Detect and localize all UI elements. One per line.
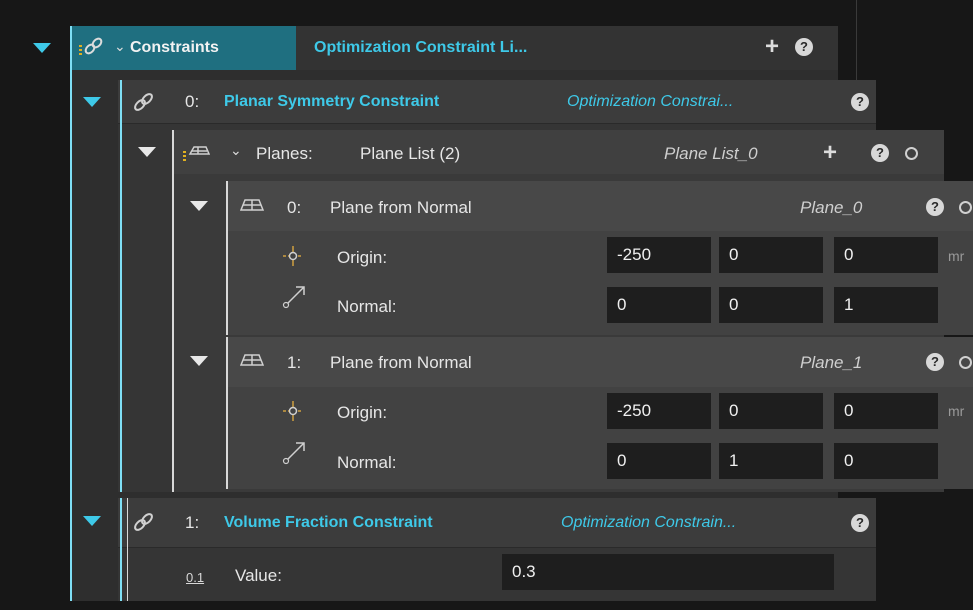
constraint-list-icon bbox=[79, 37, 103, 55]
chevron-down-icon[interactable]: ⌄ bbox=[230, 140, 242, 160]
constraints-type: Optimization Constraint Li... bbox=[314, 39, 528, 56]
plane-1-normal-x[interactable]: 0 bbox=[607, 443, 711, 479]
plane-1-id: Plane_1 bbox=[800, 353, 863, 372]
plane-0-normal-y[interactable]: 0 bbox=[719, 287, 823, 323]
plane-1-origin-y[interactable]: 0 bbox=[719, 393, 823, 429]
value-label: Value: bbox=[235, 566, 282, 585]
collapse-planes-icon[interactable] bbox=[138, 147, 156, 157]
plane-list-icon bbox=[183, 146, 210, 161]
planes-guide-line bbox=[172, 130, 174, 492]
add-plane-icon[interactable]: + bbox=[823, 141, 837, 165]
collapse-item-1-icon[interactable] bbox=[83, 516, 101, 526]
collapse-constraints-icon[interactable] bbox=[33, 43, 51, 53]
plane-0-origin-y[interactable]: 0 bbox=[719, 237, 823, 273]
circle-icon[interactable] bbox=[959, 201, 972, 214]
origin-icon bbox=[283, 246, 303, 266]
plane-1-index: 1: bbox=[287, 353, 302, 372]
add-constraint-icon[interactable]: + bbox=[765, 35, 779, 59]
item-0-type: Optimization Constrai... bbox=[567, 93, 734, 110]
link-icon bbox=[134, 513, 153, 531]
plane-1-normal-y[interactable]: 1 bbox=[719, 443, 823, 479]
constraints-label[interactable]: Constraints bbox=[130, 38, 219, 58]
collapse-plane-0-icon[interactable] bbox=[190, 201, 208, 211]
plane-1-origin-x[interactable]: -250 bbox=[607, 393, 711, 429]
link-icon bbox=[134, 93, 153, 111]
item-1-index: 1: bbox=[185, 513, 200, 532]
collapse-item-0-icon[interactable] bbox=[83, 97, 101, 107]
plane-0-id: Plane_0 bbox=[800, 198, 863, 217]
help-icon[interactable]: ? bbox=[926, 198, 944, 216]
plane-0-origin-label: Origin: bbox=[337, 248, 388, 267]
help-icon[interactable]: ? bbox=[871, 144, 889, 162]
chevron-down-icon[interactable]: ⌄ bbox=[114, 36, 126, 56]
item-0-name[interactable]: Planar Symmetry Constraint bbox=[224, 92, 439, 112]
planes-label: Planes: bbox=[256, 144, 313, 163]
plane-1-guide-line bbox=[226, 337, 228, 489]
planes-id: Plane List_0 bbox=[664, 144, 758, 163]
plane-icon bbox=[240, 354, 264, 366]
plane-0-origin-unit: mr bbox=[948, 248, 965, 264]
planes-type: Plane List (2) bbox=[360, 144, 461, 163]
tree-guide-line bbox=[70, 26, 72, 601]
plane-1-origin-label: Origin: bbox=[337, 403, 388, 422]
help-icon[interactable]: ? bbox=[851, 514, 869, 532]
plane-0-origin-x[interactable]: -250 bbox=[607, 237, 711, 273]
circle-icon[interactable] bbox=[959, 356, 972, 369]
plane-1-origin-unit: mr bbox=[948, 403, 965, 419]
normal-arrow-icon bbox=[282, 442, 305, 465]
plane-0-origin-z[interactable]: 0 bbox=[834, 237, 938, 273]
plane-0-name: Plane from Normal bbox=[330, 198, 472, 217]
decimal-value-icon: 0.1 bbox=[186, 570, 205, 585]
plane-1-name: Plane from Normal bbox=[330, 353, 472, 372]
item-0-guide-line bbox=[120, 80, 122, 492]
item-1-guide-line bbox=[120, 498, 122, 601]
item-1-name[interactable]: Volume Fraction Constraint bbox=[224, 513, 433, 533]
normal-arrow-icon bbox=[282, 286, 305, 309]
plane-1-normal-z[interactable]: 0 bbox=[834, 443, 938, 479]
plane-1-normal-label: Normal: bbox=[337, 453, 397, 472]
help-icon[interactable]: ? bbox=[851, 93, 869, 111]
plane-0-normal-x[interactable]: 0 bbox=[607, 287, 711, 323]
item-1-inner-guide-line bbox=[127, 498, 128, 601]
help-icon[interactable]: ? bbox=[926, 353, 944, 371]
item-0-index: 0: bbox=[185, 92, 200, 111]
item-1-type: Optimization Constrain... bbox=[561, 514, 737, 531]
plane-0-index: 0: bbox=[287, 198, 302, 217]
plane-0-guide-line bbox=[226, 181, 228, 335]
collapse-plane-1-icon[interactable] bbox=[190, 356, 208, 366]
plane-0-normal-z[interactable]: 1 bbox=[834, 287, 938, 323]
plane-1-origin-z[interactable]: 0 bbox=[834, 393, 938, 429]
plane-icon bbox=[240, 199, 264, 211]
plane-0-normal-label: Normal: bbox=[337, 297, 397, 316]
help-icon[interactable]: ? bbox=[795, 38, 813, 56]
value-input[interactable]: 0.3 bbox=[502, 554, 834, 590]
circle-icon[interactable] bbox=[905, 147, 918, 160]
origin-icon bbox=[283, 401, 303, 421]
